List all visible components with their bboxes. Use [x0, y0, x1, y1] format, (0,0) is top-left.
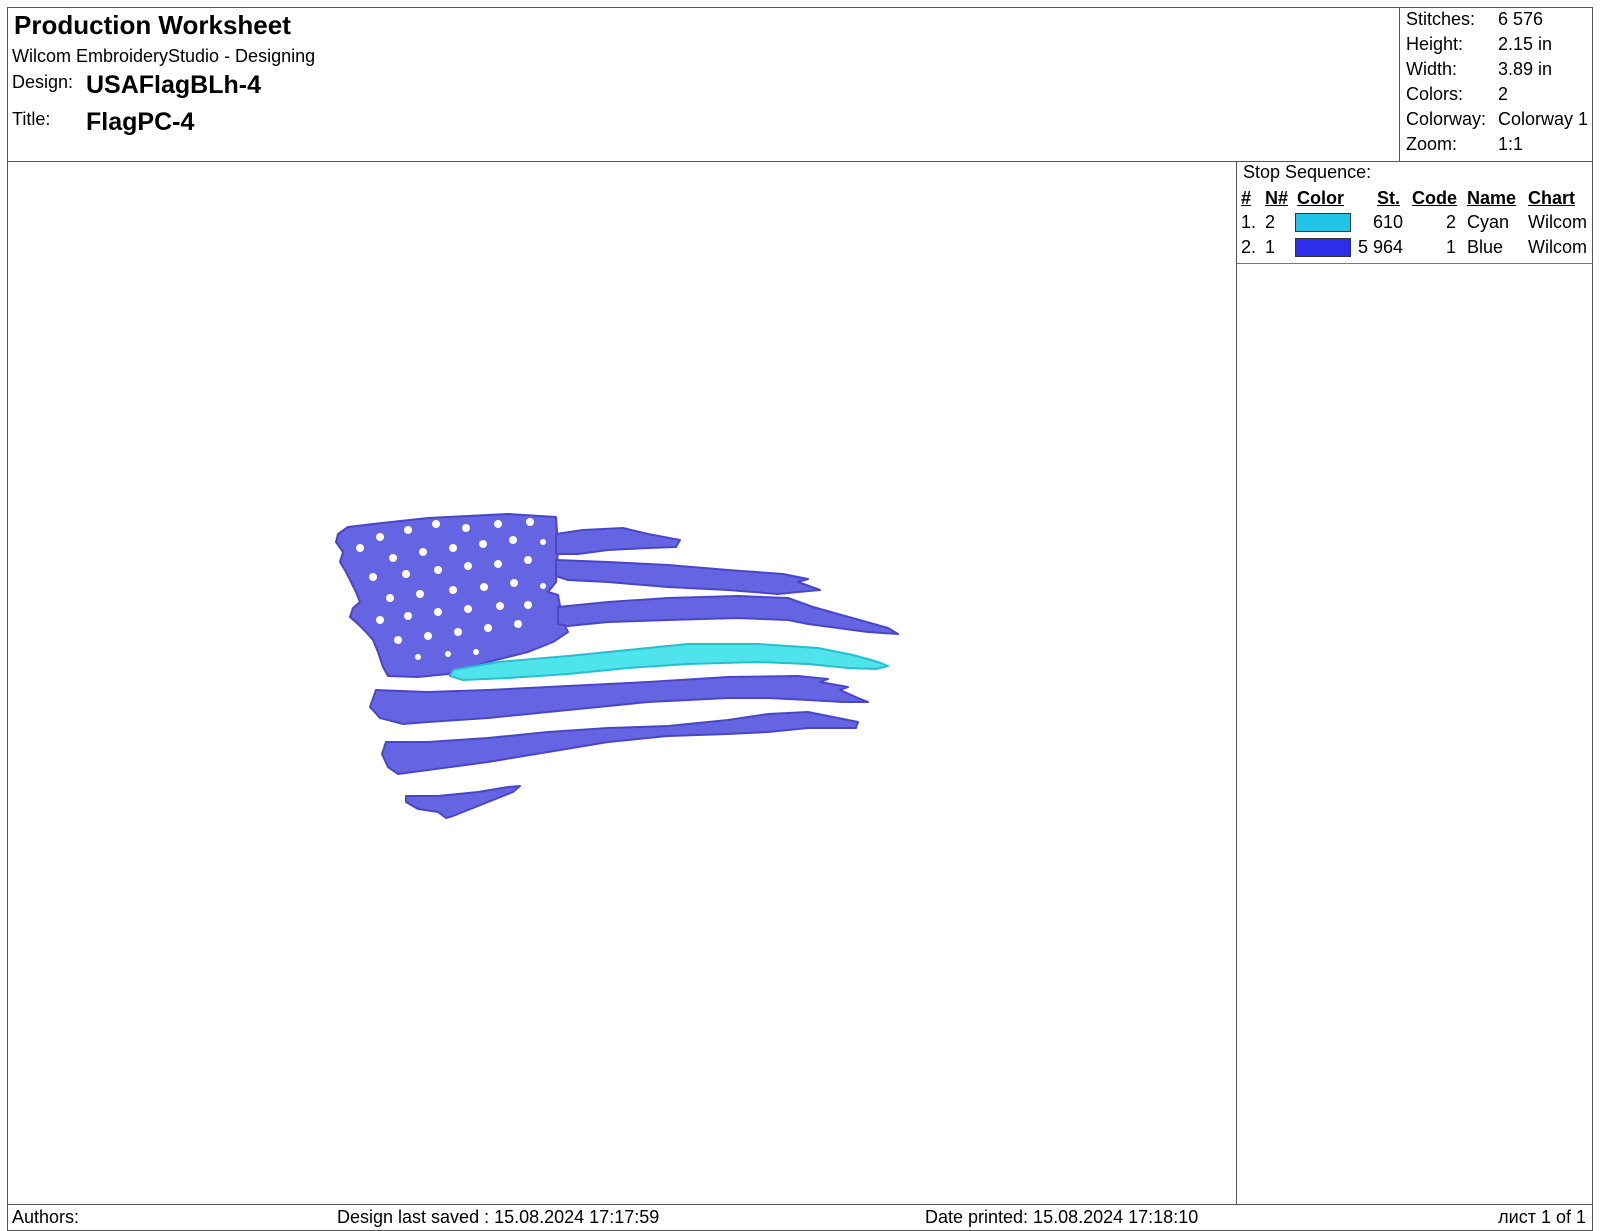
authors-label: Authors:: [12, 1207, 80, 1227]
column-header-name: Name: [1467, 188, 1517, 208]
row-color-name: Blue: [1467, 237, 1504, 257]
flag-canton: [335, 513, 569, 678]
row-stitches: 610: [1372, 212, 1403, 232]
column-header-needle: N#: [1265, 188, 1289, 208]
column-header-stitches: St.: [1377, 188, 1401, 208]
stat-label: Zoom:: [1406, 134, 1458, 154]
stat-label: Colorway:: [1406, 109, 1487, 129]
color-swatch: [1295, 213, 1351, 232]
stat-value: 2: [1498, 84, 1509, 104]
stat-value: 2.15 in: [1498, 34, 1553, 54]
flag-stripe-1: [555, 527, 681, 555]
worksheet-footer: Authors: Design last saved : 15.08.2024 …: [7, 1204, 1593, 1231]
design-title: FlagPC-4: [86, 108, 195, 136]
page-title: Production Worksheet: [14, 10, 291, 40]
stat-stitches: Stitches: 6 576: [1406, 9, 1596, 34]
color-swatch: [1295, 238, 1351, 257]
stat-label: Colors:: [1406, 84, 1464, 104]
flag-stripe-6: [405, 785, 521, 819]
column-header-color: Color: [1297, 188, 1344, 208]
design-preview-canvas: [8, 162, 1236, 1204]
title-label: Title:: [12, 109, 51, 129]
application-name: Wilcom EmbroideryStudio - Designing: [12, 46, 316, 66]
column-header-chart: Chart: [1528, 188, 1576, 208]
stat-value: 6 576: [1498, 9, 1544, 29]
stat-colors: Colors: 2: [1406, 84, 1596, 109]
last-saved: Design last saved : 15.08.2024 17:17:59: [337, 1207, 660, 1227]
worksheet-header: Production Worksheet Wilcom EmbroiderySt…: [7, 7, 1593, 162]
stat-width: Width: 3.89 in: [1406, 59, 1596, 84]
stat-zoom: Zoom: 1:1: [1406, 134, 1596, 159]
flag-stripe-3: [557, 595, 899, 635]
design-label: Design:: [12, 72, 74, 92]
stop-sequence-title: Stop Sequence:: [1243, 162, 1372, 182]
flag-stripe-2: [555, 559, 821, 595]
stat-value: 3.89 in: [1498, 59, 1553, 79]
embroidery-design-preview: [335, 513, 899, 819]
stat-label: Height:: [1406, 34, 1464, 54]
stat-label: Width:: [1406, 59, 1458, 79]
stat-label: Stitches:: [1406, 9, 1476, 29]
column-header-index: #: [1241, 188, 1252, 208]
stat-value: 1:1: [1498, 134, 1524, 154]
column-header-code: Code: [1412, 188, 1457, 208]
row-stitches: 5 964: [1357, 237, 1403, 257]
row-needle: 2: [1265, 212, 1276, 232]
design-stats: Stitches: 6 576 Height: 2.15 in Width: 3…: [1399, 7, 1593, 162]
row-index: 2.: [1241, 237, 1257, 257]
stat-value: Colorway 1: [1498, 109, 1589, 129]
row-index: 1.: [1241, 212, 1257, 232]
row-color-name: Cyan: [1467, 212, 1510, 232]
row-code: 2: [1445, 212, 1456, 232]
stop-sequence-panel: Stop Sequence: # N# Color St. Code Name …: [1236, 162, 1593, 1204]
stat-colorway: Colorway: Colorway 1: [1406, 109, 1596, 134]
row-code: 1: [1445, 237, 1456, 257]
row-needle: 1: [1265, 237, 1276, 257]
stop-sequence-table: # N# Color St. Code Name Chart 1. 2 610 …: [1237, 186, 1593, 264]
row-chart: Wilcom: [1528, 212, 1587, 232]
row-chart: Wilcom: [1528, 237, 1587, 257]
page-number: лист 1 of 1: [1498, 1207, 1586, 1227]
design-name: USAFlagBLh-4: [86, 71, 261, 99]
stat-height: Height: 2.15 in: [1406, 34, 1596, 59]
date-printed: Date printed: 15.08.2024 17:18:10: [925, 1207, 1199, 1227]
